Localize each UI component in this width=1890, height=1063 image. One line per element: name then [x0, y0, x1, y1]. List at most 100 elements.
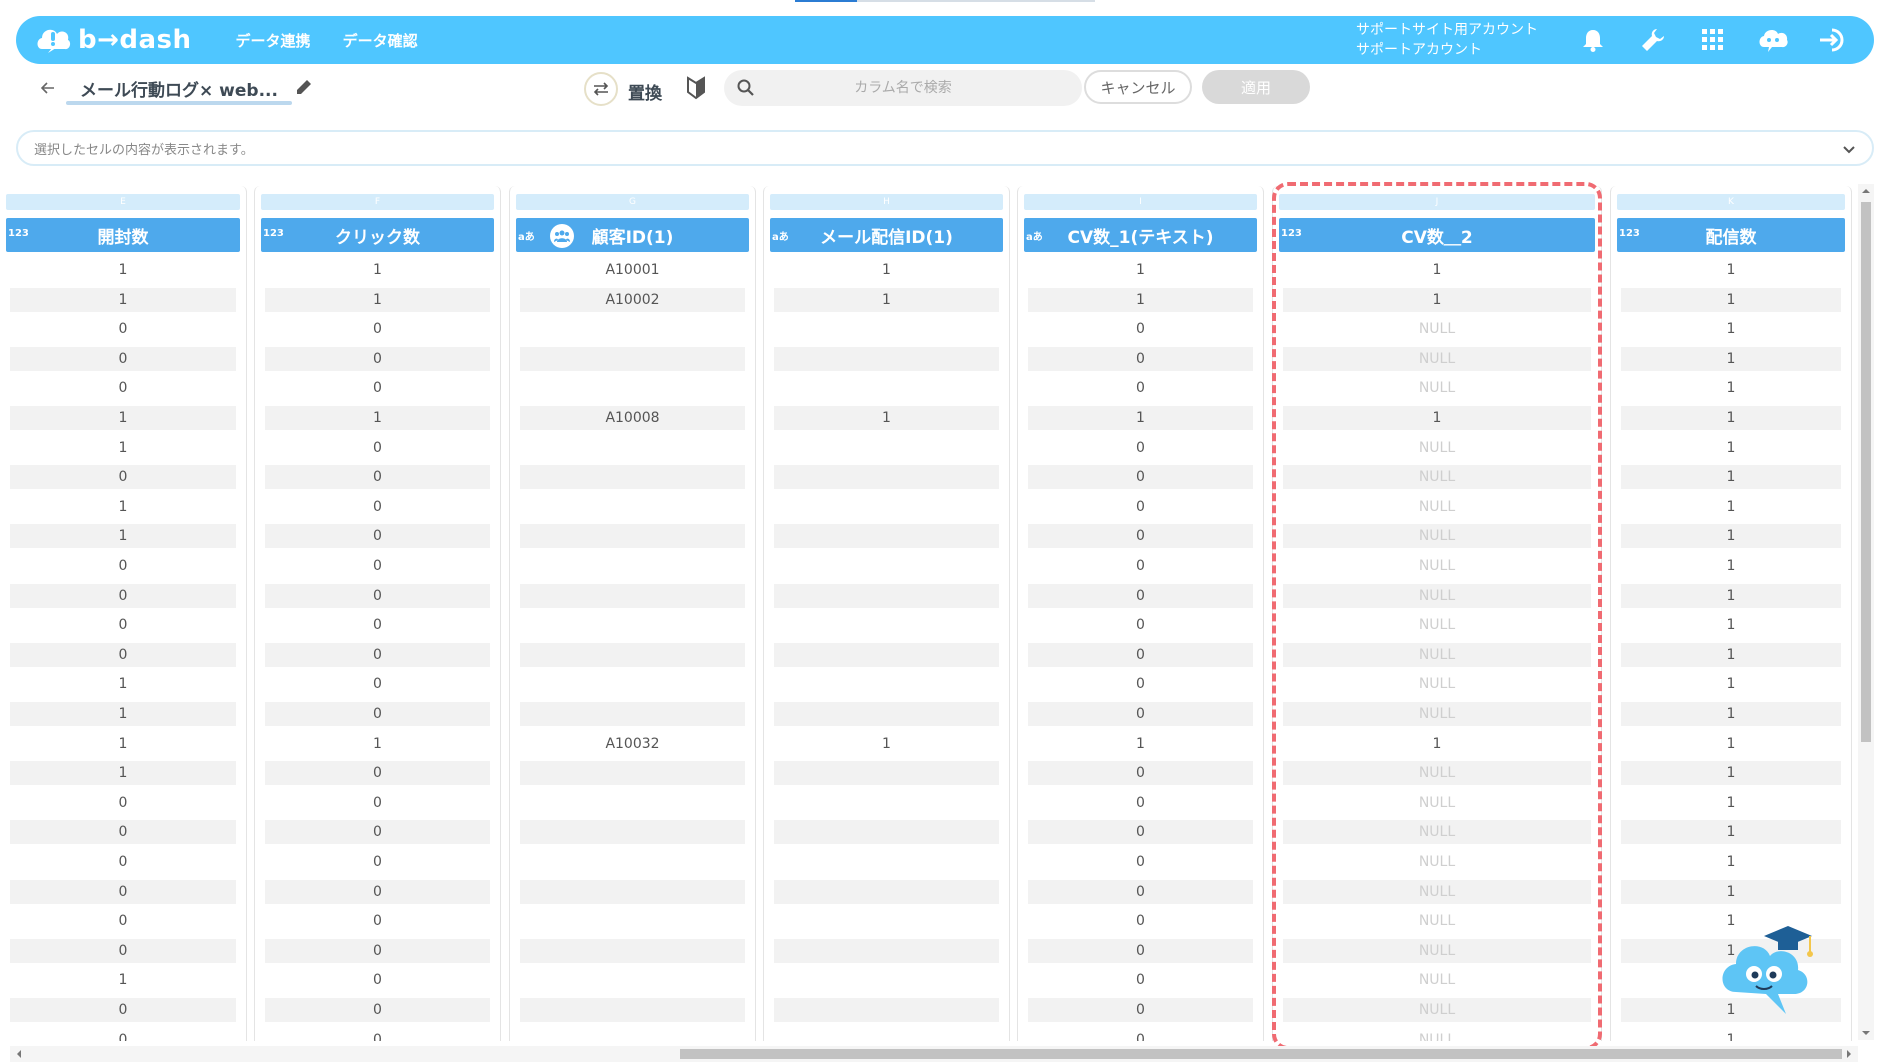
cell-content-bar[interactable]: 選択したセルの内容が表示されます。	[16, 130, 1874, 166]
grid-cell[interactable]: 0	[265, 317, 490, 341]
grid-cell[interactable]: 0	[10, 583, 236, 608]
grid-cell[interactable]: 1	[1283, 287, 1591, 312]
grid-cell[interactable]: 0	[10, 879, 236, 904]
grid-cell[interactable]	[774, 436, 999, 460]
grid-cell[interactable]: 0	[10, 465, 236, 490]
grid-cell[interactable]: 0	[265, 791, 490, 815]
grid-cell[interactable]: 0	[265, 554, 490, 578]
grid-cell[interactable]: NULL	[1283, 554, 1591, 578]
grid-cell[interactable]: 0	[1028, 583, 1253, 608]
grid-cell[interactable]: A10008	[520, 406, 745, 430]
grid-cell[interactable]: NULL	[1283, 820, 1591, 845]
grid-cell[interactable]: 0	[1028, 672, 1253, 696]
chevron-down-icon[interactable]	[1840, 140, 1858, 158]
grid-cell[interactable]: 1	[774, 258, 999, 282]
grid-cell[interactable]: 0	[265, 850, 490, 874]
grid-cell[interactable]: 0	[265, 642, 490, 667]
grid-cell[interactable]	[774, 465, 999, 490]
pencil-edit-icon[interactable]	[294, 77, 316, 99]
replace-label[interactable]: 置換	[628, 79, 662, 104]
grid-cell[interactable]: 1	[1283, 258, 1591, 282]
grid-cell[interactable]	[520, 968, 745, 992]
grid-cell[interactable]: 0	[1028, 820, 1253, 845]
scroll-up-arrow-icon[interactable]	[1861, 186, 1871, 196]
grid-cell[interactable]: A10032	[520, 732, 745, 756]
grid-cell[interactable]: NULL	[1283, 672, 1591, 696]
grid-cell[interactable]: 1	[1621, 879, 1841, 904]
grid-cell[interactable]: 0	[10, 850, 236, 874]
grid-cell[interactable]: 1	[1283, 406, 1591, 430]
grid-cell[interactable]: 1	[1621, 465, 1841, 490]
grid-cell[interactable]: 1	[10, 732, 236, 756]
grid-cell[interactable]: 0	[1028, 791, 1253, 815]
grid-cell[interactable]: 0	[10, 820, 236, 845]
grid-cell[interactable]	[520, 998, 745, 1022]
grid-cell[interactable]: 0	[265, 672, 490, 696]
grid-cell[interactable]: 0	[1028, 346, 1253, 371]
grid-cell[interactable]: 1	[1621, 613, 1841, 637]
horizontal-scroll-thumb[interactable]	[680, 1049, 1842, 1059]
grid-cell[interactable]: A10001	[520, 258, 745, 282]
logo[interactable]: b→dash	[34, 23, 192, 57]
grid-cell[interactable]: 1	[1028, 287, 1253, 312]
grid-cell[interactable]: NULL	[1283, 791, 1591, 815]
grid-cell[interactable]: 0	[265, 1028, 490, 1041]
column-letter[interactable]: F	[261, 194, 494, 210]
column-header[interactable]: aあ CV数_1(テキスト)	[1024, 218, 1257, 252]
grid-cell[interactable]	[774, 791, 999, 815]
logout-icon[interactable]	[1818, 25, 1848, 55]
column-header[interactable]: aあ 顧客ID(1)	[516, 218, 749, 252]
grid-cell[interactable]: 1	[10, 672, 236, 696]
grid-cell[interactable]: 0	[1028, 909, 1253, 933]
grid-cell[interactable]: 0	[265, 465, 490, 490]
grid-cell[interactable]: 1	[1621, 583, 1841, 608]
grid-cell[interactable]: 0	[1028, 613, 1253, 637]
grid-cell[interactable]	[520, 702, 745, 726]
grid-cell[interactable]: 1	[1621, 820, 1841, 845]
grid-cell[interactable]: 1	[774, 406, 999, 430]
grid-cell[interactable]: 1	[1621, 495, 1841, 519]
grid-cell[interactable]	[520, 346, 745, 371]
grid-cell[interactable]	[520, 938, 745, 963]
support-chat-icon[interactable]	[1758, 25, 1788, 55]
grid-cell[interactable]: 1	[1621, 406, 1841, 430]
grid-cell[interactable]: 0	[1028, 879, 1253, 904]
grid-cell[interactable]: 1	[1028, 732, 1253, 756]
grid-cell[interactable]: 0	[1028, 702, 1253, 726]
grid-cell[interactable]	[520, 791, 745, 815]
account-info[interactable]: サポートサイト用アカウント サポートアカウント	[1356, 20, 1538, 60]
grid-cell[interactable]	[774, 998, 999, 1022]
grid-cell[interactable]	[520, 879, 745, 904]
grid-cell[interactable]: 1	[10, 287, 236, 312]
wrench-icon[interactable]	[1638, 25, 1668, 55]
grid-cell[interactable]: 0	[10, 791, 236, 815]
grid-cell[interactable]	[520, 317, 745, 341]
grid-cell[interactable]: 1	[265, 287, 490, 312]
grid-cell[interactable]: NULL	[1283, 465, 1591, 490]
grid-cell[interactable]: NULL	[1283, 998, 1591, 1022]
grid-cell[interactable]: NULL	[1283, 761, 1591, 786]
grid-cell[interactable]: 0	[265, 938, 490, 963]
grid-cell[interactable]	[774, 613, 999, 637]
grid-cell[interactable]	[774, 495, 999, 519]
grid-cell[interactable]: 1	[265, 258, 490, 282]
column-letter[interactable]: K	[1617, 194, 1845, 210]
grid-cell[interactable]: 0	[1028, 938, 1253, 963]
grid-cell[interactable]: 1	[10, 761, 236, 786]
column-letter[interactable]: G	[516, 194, 749, 210]
grid-cell[interactable]	[520, 642, 745, 667]
cancel-button[interactable]: キャンセル	[1084, 70, 1192, 104]
grid-cell[interactable]	[774, 968, 999, 992]
scroll-down-arrow-icon[interactable]	[1861, 1028, 1871, 1038]
grid-cell[interactable]	[520, 850, 745, 874]
grid-cell[interactable]: 0	[265, 968, 490, 992]
grid-cell[interactable]: 1	[1621, 791, 1841, 815]
apply-button[interactable]: 適用	[1202, 70, 1310, 104]
grid-cell[interactable]: 1	[1028, 258, 1253, 282]
grid-cell[interactable]: NULL	[1283, 346, 1591, 371]
grid-cell[interactable]: 1	[1621, 376, 1841, 400]
grid-cell[interactable]: NULL	[1283, 909, 1591, 933]
grid-cell[interactable]: NULL	[1283, 495, 1591, 519]
scroll-left-arrow-icon[interactable]	[14, 1049, 24, 1059]
vertical-scrollbar[interactable]	[1858, 184, 1874, 1040]
